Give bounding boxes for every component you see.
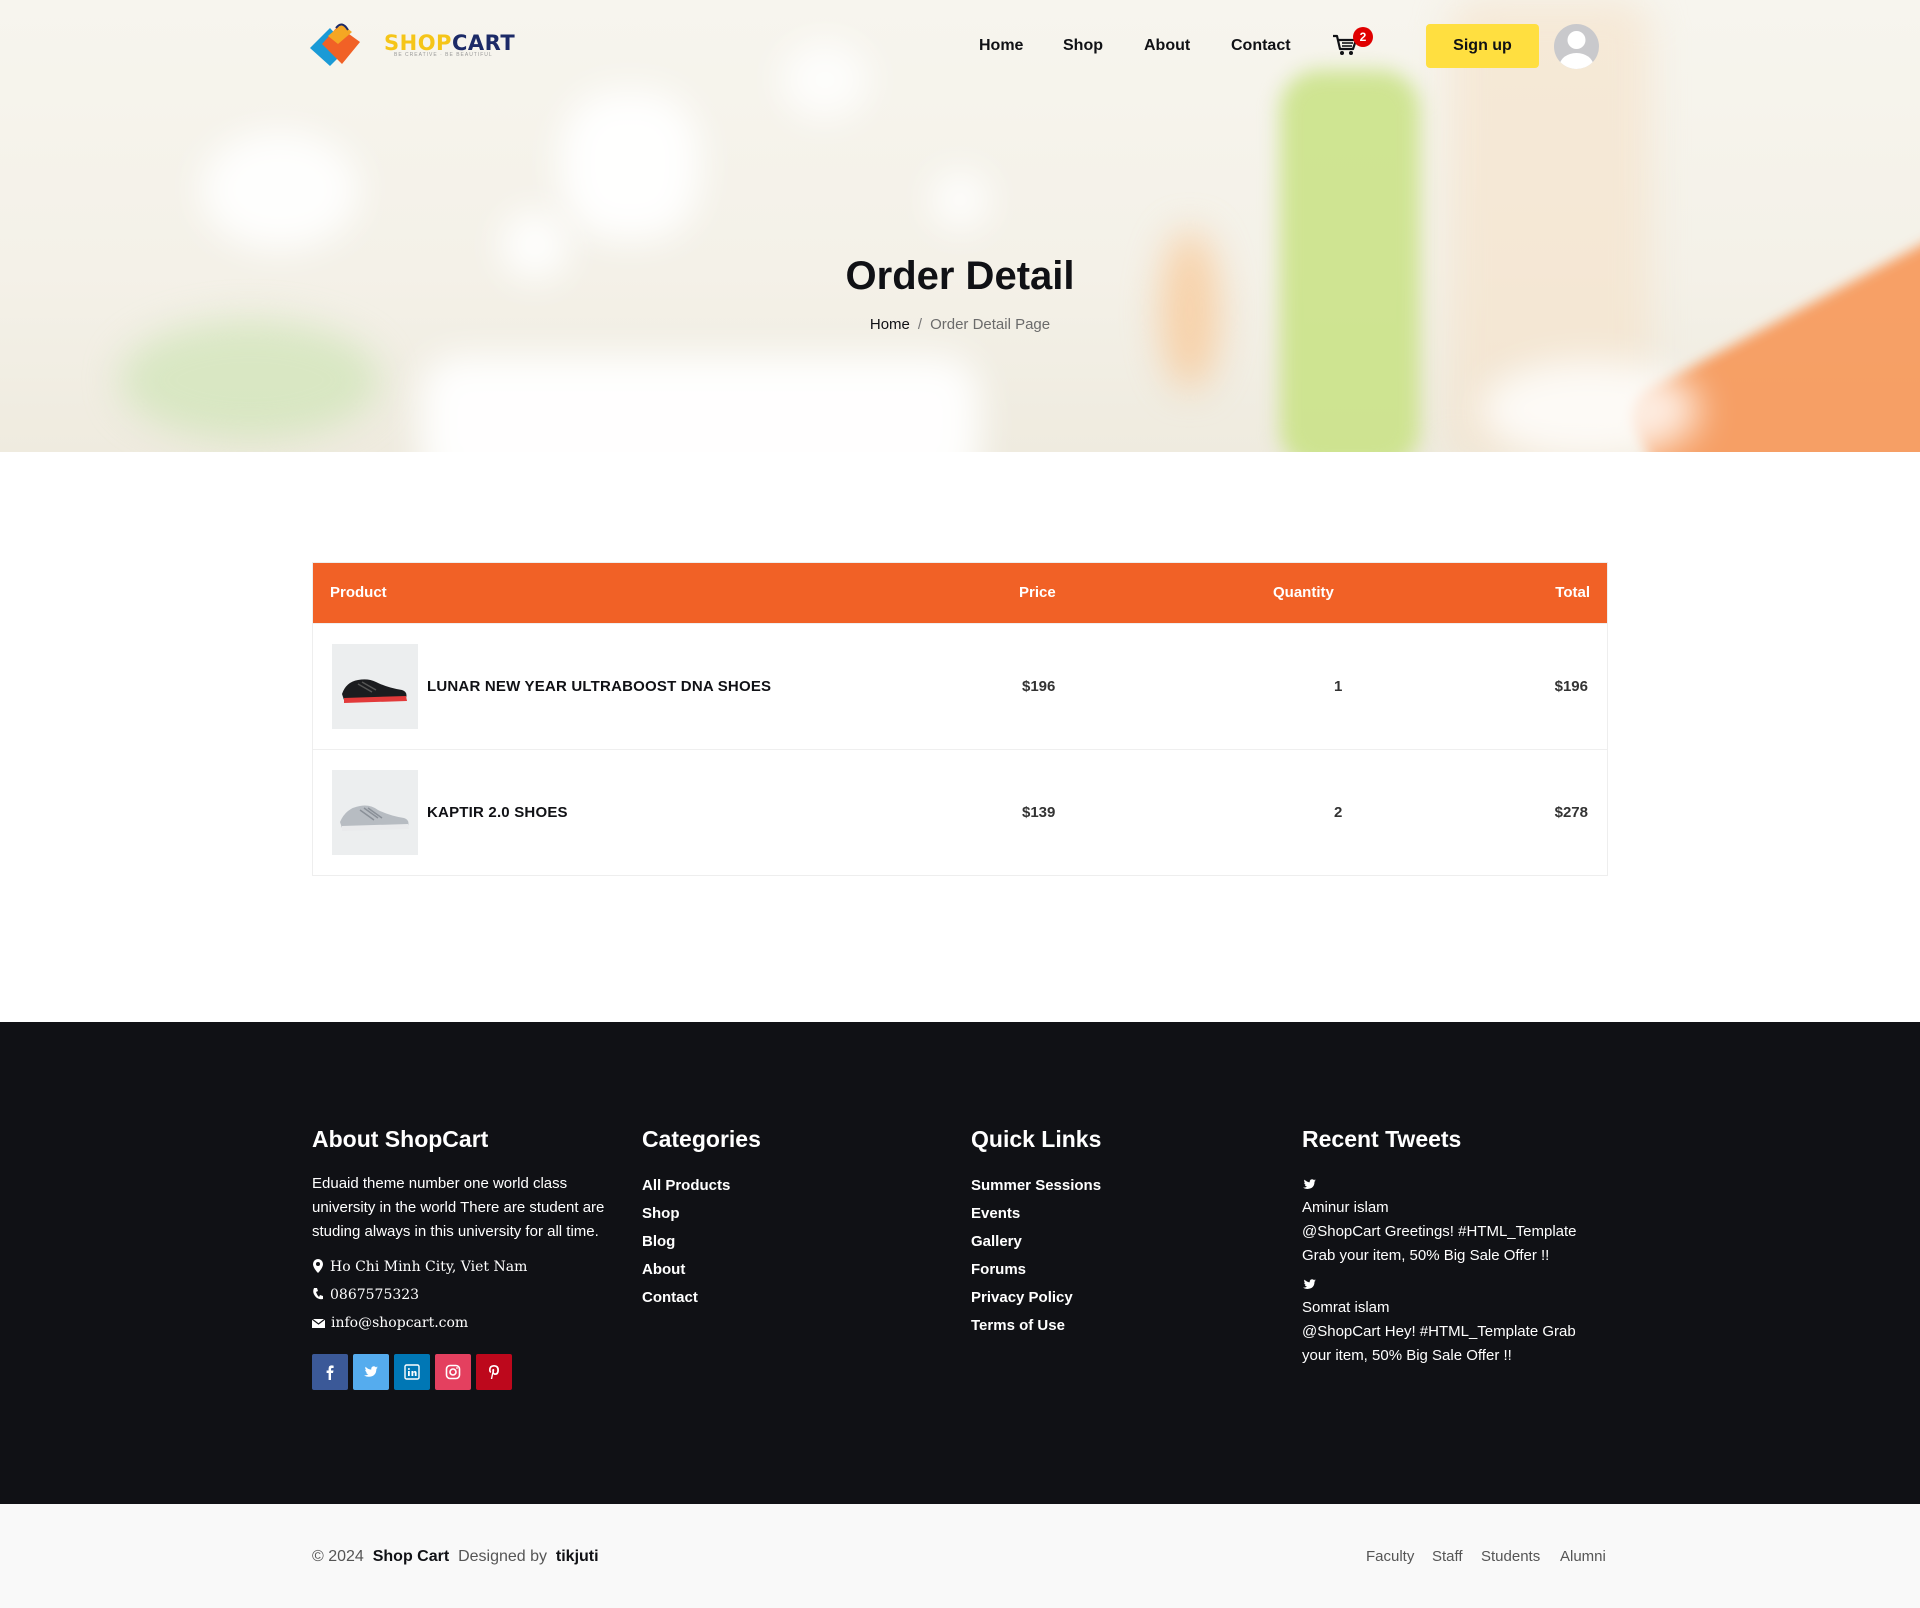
copyright-bar: © 2024 Shop Cart Designed by tikjuti Fac… <box>0 1504 1920 1608</box>
bottom-link-staff[interactable]: Staff <box>1432 1548 1463 1565</box>
user-avatar[interactable] <box>1554 24 1599 69</box>
footer-email[interactable]: info@shopcart.com <box>311 1315 468 1331</box>
footer-phone[interactable]: 0867575323 <box>312 1287 419 1303</box>
brand-tagline: BE CREATIVE · BE BEAUTIFUL <box>394 52 493 58</box>
tweet-author: Somrat islam <box>1302 1299 1390 1316</box>
linkedin-icon <box>404 1364 420 1380</box>
footer-categories-title: Categories <box>642 1126 761 1152</box>
product-thumbnail[interactable] <box>332 644 418 729</box>
map-pin-icon <box>313 1259 323 1273</box>
nav-contact[interactable]: Contact <box>1231 37 1291 55</box>
product-total: $196 <box>1554 678 1588 695</box>
tweet-text: @ShopCart Hey! #HTML_Template Grab your … <box>1302 1323 1576 1364</box>
user-icon <box>1559 31 1594 69</box>
twitter-button[interactable] <box>353 1354 389 1390</box>
bottom-link-students[interactable]: Students <box>1481 1548 1540 1565</box>
facebook-icon <box>326 1365 334 1380</box>
site-header: SHOPCART BE CREATIVE · BE BEAUTIFUL Home… <box>0 0 1920 92</box>
email-icon <box>311 1318 326 1328</box>
product-thumbnail[interactable] <box>332 770 418 855</box>
pinterest-icon <box>489 1365 499 1379</box>
product-quantity: 2 <box>1334 804 1343 821</box>
cart-count-badge: 2 <box>1353 27 1373 47</box>
breadcrumb-home-link[interactable]: Home <box>870 316 910 333</box>
footer-link-blog[interactable]: Blog <box>642 1233 675 1250</box>
product-quantity: 1 <box>1334 678 1343 695</box>
breadcrumb-separator: / <box>917 316 923 333</box>
product-name[interactable]: KAPTIR 2.0 SHOES <box>427 804 568 821</box>
tweet-author: Aminur islam <box>1302 1199 1389 1216</box>
column-header-product: Product <box>330 584 387 601</box>
footer-about-text: Eduaid theme number one world class univ… <box>312 1175 605 1240</box>
table-header: Product Price Quantity Total <box>313 563 1607 623</box>
order-table: Product Price Quantity Total LUNAR NEW Y… <box>312 562 1608 876</box>
pinterest-button[interactable] <box>476 1354 512 1390</box>
footer-link-contact[interactable]: Contact <box>642 1289 698 1306</box>
footer-tweets-title: Recent Tweets <box>1302 1126 1462 1152</box>
footer-link-gallery[interactable]: Gallery <box>971 1233 1022 1250</box>
footer-link-forums[interactable]: Forums <box>971 1261 1026 1278</box>
table-row: LUNAR NEW YEAR ULTRABOOST DNA SHOES $196… <box>313 623 1607 749</box>
footer-link-summer-sessions[interactable]: Summer Sessions <box>971 1177 1101 1194</box>
signup-button[interactable]: Sign up <box>1426 24 1539 68</box>
footer-address: Ho Chi Minh City, Viet Nam <box>312 1259 527 1275</box>
page-title: Order Detail <box>845 254 1075 298</box>
twitter-icon <box>364 1366 378 1377</box>
column-header-total: Total <box>1555 584 1590 601</box>
nav-shop[interactable]: Shop <box>1063 37 1103 55</box>
tweet-text: @ShopCart Greetings! #HTML_Template Grab… <box>1302 1223 1577 1264</box>
table-row: KAPTIR 2.0 SHOES $139 2 $278 <box>313 749 1607 875</box>
phone-icon <box>313 1288 323 1300</box>
footer-link-privacy-policy[interactable]: Privacy Policy <box>971 1289 1073 1306</box>
footer-link-events[interactable]: Events <box>971 1205 1020 1222</box>
twitter-icon <box>1303 1279 1316 1289</box>
bottom-link-faculty[interactable]: Faculty <box>1366 1548 1414 1565</box>
column-header-price: Price <box>1019 584 1056 601</box>
product-name[interactable]: LUNAR NEW YEAR ULTRABOOST DNA SHOES <box>427 678 771 695</box>
footer-about-title: About ShopCart <box>312 1126 489 1152</box>
instagram-button[interactable] <box>435 1354 471 1390</box>
nav-about[interactable]: About <box>1144 37 1190 55</box>
footer-link-shop[interactable]: Shop <box>642 1205 680 1222</box>
bottom-link-alumni[interactable]: Alumni <box>1560 1548 1606 1565</box>
black-shoe-image <box>342 679 407 703</box>
grey-shoe-image <box>340 805 409 831</box>
facebook-button[interactable] <box>312 1354 348 1390</box>
site-footer: About ShopCart Eduaid theme number one w… <box>0 1022 1920 1504</box>
footer-link-about[interactable]: About <box>642 1261 685 1278</box>
instagram-icon <box>445 1364 461 1380</box>
copyright-text: © 2024 Shop Cart Designed by tikjuti <box>312 1548 599 1565</box>
footer-link-all-products[interactable]: All Products <box>642 1177 730 1194</box>
designer-link[interactable]: tikjuti <box>556 1548 599 1565</box>
footer-link-terms-of-use[interactable]: Terms of Use <box>971 1317 1065 1334</box>
nav-home[interactable]: Home <box>979 37 1023 55</box>
breadcrumb-current: Order Detail Page <box>930 316 1051 333</box>
product-total: $278 <box>1554 804 1588 821</box>
product-price: $139 <box>1022 804 1056 821</box>
copyright-brand-link[interactable]: Shop Cart <box>373 1548 449 1565</box>
product-price: $196 <box>1022 678 1056 695</box>
footer-quick-links-title: Quick Links <box>971 1126 1102 1152</box>
breadcrumb: Home / Order Detail Page <box>0 316 1920 333</box>
twitter-icon <box>1303 1179 1316 1189</box>
column-header-quantity: Quantity <box>1273 584 1334 601</box>
linkedin-button[interactable] <box>394 1354 430 1390</box>
